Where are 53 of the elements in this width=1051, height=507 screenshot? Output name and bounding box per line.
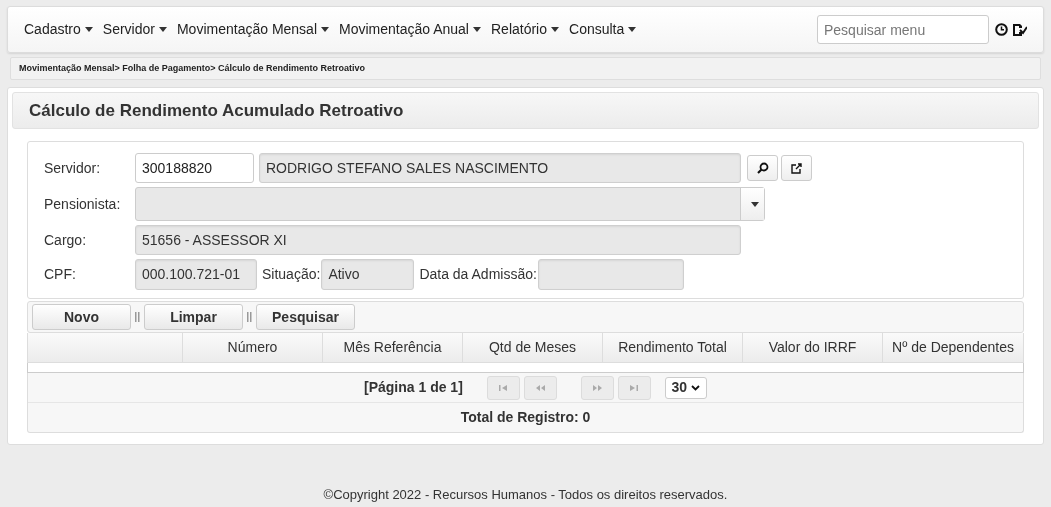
clock-icon[interactable] xyxy=(995,23,1008,36)
menu-item[interactable]: Relatório xyxy=(491,19,559,40)
servidor-code-field[interactable]: 300188820 xyxy=(135,153,254,183)
caret-icon xyxy=(551,27,559,32)
page-info: [Página 1 de 1] xyxy=(364,378,463,397)
field-label: Servidor: xyxy=(44,158,102,178)
column-header[interactable]: Valor do IRRF xyxy=(743,333,883,362)
caret-icon xyxy=(158,27,167,32)
column-header[interactable]: Mês Referência xyxy=(323,333,463,362)
prev-page-icon xyxy=(534,382,546,393)
next-page-icon xyxy=(591,382,603,393)
column-header[interactable]: Número xyxy=(183,333,323,362)
cargo-field: 51656 - ASSESSOR XI xyxy=(135,225,741,255)
breadcrumb: Movimentação Mensal> Folha de Pagamento> Cálculo de Rendimento Retroativo xyxy=(19,61,366,75)
page-title: Cálculo de Rendimento Acumulado Retroativo xyxy=(29,99,404,122)
copyright-footer: ©Copyright 2022 - Recursos Humanos - Todos os direitos reservados. xyxy=(323,485,728,505)
menu-item[interactable]: Cadastro xyxy=(24,19,93,40)
menu-item[interactable]: Consulta xyxy=(569,19,637,40)
column-header[interactable]: Rendimento Total xyxy=(603,333,743,362)
caret-icon xyxy=(473,27,481,32)
total-records: Total de Registro: 0 xyxy=(460,408,591,427)
first-page-icon xyxy=(497,382,509,393)
separator-grip-icon xyxy=(135,312,140,322)
menu-item[interactable]: Movimentação Mensal xyxy=(176,19,329,40)
menu-item[interactable]: Servidor xyxy=(102,19,167,40)
column-header[interactable]: Nº de Dependentes xyxy=(883,333,1023,362)
field-label: Pensionista: xyxy=(44,194,122,214)
field-label: Data da Admissão: xyxy=(419,265,537,284)
menu-item[interactable]: Movimentação Anual xyxy=(339,19,481,40)
caret-icon xyxy=(321,27,329,32)
field-label: Situação: xyxy=(262,265,321,284)
field-label: CPF: xyxy=(44,265,77,284)
chevron-down-icon xyxy=(691,384,701,391)
situacao-field: Ativo xyxy=(321,259,415,290)
pensionista-select[interactable] xyxy=(135,187,765,221)
field-label: Cargo: xyxy=(44,230,88,250)
external-link-icon xyxy=(791,162,802,174)
open-external-button[interactable] xyxy=(781,155,812,181)
cpf-field: 000.100.721-01 xyxy=(135,259,257,290)
toolbar-button[interactable]: Limpar xyxy=(144,304,243,330)
toolbar-button[interactable]: Novo xyxy=(32,304,131,330)
column-header[interactable]: Qtd de Meses xyxy=(463,333,603,362)
caret-icon xyxy=(750,201,759,207)
last-page-icon xyxy=(628,382,640,393)
caret-icon xyxy=(628,27,637,32)
caret-icon xyxy=(84,27,93,32)
exit-icon[interactable] xyxy=(1012,22,1027,37)
search-icon xyxy=(756,162,769,174)
toolbar-button[interactable]: Pesquisar xyxy=(256,304,355,330)
separator-grip-icon xyxy=(247,312,252,322)
servidor-name-field: RODRIGO STEFANO SALES NASCIMENTO xyxy=(259,153,741,183)
menu-search-field[interactable]: Pesquisar menu xyxy=(817,15,989,44)
search-button[interactable] xyxy=(747,155,778,181)
